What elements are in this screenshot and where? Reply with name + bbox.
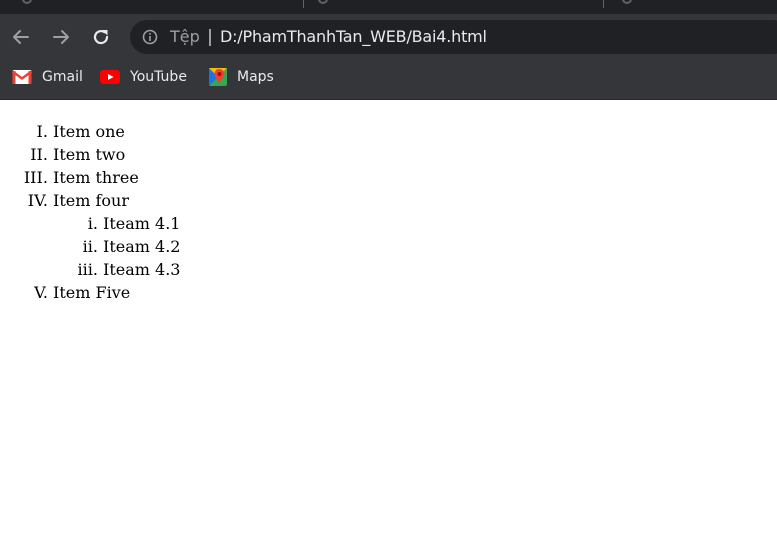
tab-strip (0, 0, 777, 14)
list-item: Item three (53, 166, 777, 189)
sub-list-item: Iteam 4.1 (103, 212, 777, 235)
gmail-icon (12, 70, 32, 84)
address-bar[interactable]: Tệp D:/PhamThanhTan_WEB/Bai4.html (130, 20, 777, 54)
bookmark-label: YouTube (130, 69, 187, 85)
url-text[interactable]: D:/PhamThanhTan_WEB/Bai4.html (220, 27, 487, 47)
tab-favicon-icon[interactable] (622, 0, 632, 4)
reload-icon (93, 29, 109, 45)
list-item-label: Item four (53, 191, 129, 210)
sub-list-item: Iteam 4.2 (103, 235, 777, 258)
tab-favicon-icon[interactable] (22, 0, 32, 4)
site-label: Tệp (170, 27, 200, 46)
nested-ordered-list: Iteam 4.1 Iteam 4.2 Iteam 4.3 (53, 212, 777, 281)
list-item-with-sublist: Item four Iteam 4.1 Iteam 4.2 Iteam 4.3 (53, 189, 777, 281)
tab-separator (603, 0, 604, 8)
page-content: Item one Item two Item three Item four I… (0, 100, 777, 553)
bookmark-label: Maps (237, 69, 274, 85)
omnibox-divider (209, 29, 211, 46)
youtube-icon (100, 70, 120, 84)
list-item: Item two (53, 143, 777, 166)
forward-button[interactable] (46, 22, 76, 52)
forward-arrow-icon (53, 30, 69, 44)
back-button[interactable] (6, 22, 36, 52)
list-item: Item one (53, 120, 777, 143)
bookmarks-bar: Gmail YouTube Maps (0, 60, 777, 100)
bookmark-gmail[interactable]: Gmail (12, 60, 83, 94)
sub-list-item: Iteam 4.3 (103, 258, 777, 281)
info-icon[interactable] (142, 29, 158, 45)
bookmark-maps[interactable]: Maps (209, 60, 274, 94)
ordered-list: Item one Item two Item three Item four I… (0, 120, 777, 304)
browser-toolbar: Tệp D:/PhamThanhTan_WEB/Bai4.html (0, 14, 777, 60)
tab-favicon-icon[interactable] (318, 0, 328, 4)
tab-separator (303, 0, 304, 8)
list-item: Item Five (53, 281, 777, 304)
bookmark-label: Gmail (42, 69, 83, 85)
reload-button[interactable] (86, 22, 116, 52)
bookmark-youtube[interactable]: YouTube (100, 60, 187, 94)
back-arrow-icon (13, 30, 29, 44)
maps-icon (209, 68, 227, 86)
